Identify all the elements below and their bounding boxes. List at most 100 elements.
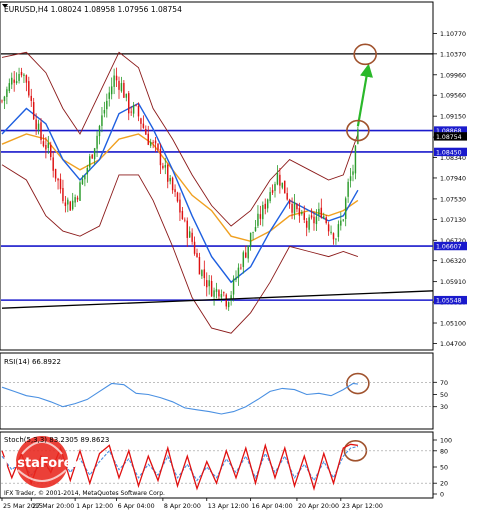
candle-body xyxy=(35,119,37,130)
candle-body xyxy=(293,202,296,214)
candle-body xyxy=(152,142,154,143)
candle-body xyxy=(123,82,125,98)
candle-body xyxy=(349,176,352,181)
chart-window: 1.10770 1.10370 1.09960 1.09560 1.09150 1.087… xyxy=(0,0,480,510)
candle-body xyxy=(242,252,245,267)
candle-body xyxy=(201,270,203,277)
candle-body xyxy=(320,207,323,218)
candle-body xyxy=(259,214,262,219)
candle-body xyxy=(11,77,13,85)
candle-body xyxy=(142,123,145,128)
candle-body xyxy=(62,187,64,202)
candle-body xyxy=(69,201,71,211)
candle-body xyxy=(159,148,162,166)
candle-body xyxy=(286,193,288,200)
candle-body xyxy=(191,232,193,242)
candle-body xyxy=(15,81,18,84)
candle-body xyxy=(132,105,135,114)
price-tick-label: 1.07530 xyxy=(440,196,466,203)
candle-body xyxy=(52,157,54,171)
candle-body xyxy=(269,192,271,202)
candle-body xyxy=(120,83,123,92)
chart-canvas: 1.10770 1.10370 1.09960 1.09560 1.09150 1.087… xyxy=(0,0,480,510)
candle-body xyxy=(210,280,213,297)
candle-body xyxy=(169,178,171,182)
candle-body xyxy=(330,231,332,233)
candle-body xyxy=(45,145,47,150)
candle-body xyxy=(223,292,225,294)
candle-body xyxy=(6,89,8,97)
candle-body xyxy=(67,199,69,205)
price-label-text: 1.08754 xyxy=(436,134,462,141)
candle-body xyxy=(108,92,110,99)
candle-body xyxy=(208,280,210,287)
candle-body xyxy=(59,178,62,190)
candle-body xyxy=(354,145,357,174)
time-tick-label: 1 Apr 12:00 xyxy=(76,503,113,510)
candle-body xyxy=(64,202,67,207)
candle-body xyxy=(337,224,340,237)
candle-body xyxy=(303,212,305,220)
time-tick-label: 23 Apr 12:00 xyxy=(342,503,383,510)
candle-body xyxy=(235,277,237,280)
candle-body xyxy=(176,192,179,202)
candle-body xyxy=(113,75,115,87)
candle-body xyxy=(225,294,227,307)
candle-body xyxy=(352,171,354,175)
time-tick-label: 27 Mar 20:00 xyxy=(32,503,74,510)
candle-body xyxy=(164,165,167,168)
candle-body xyxy=(315,216,318,225)
candle-body xyxy=(342,219,344,221)
time-tick-label: 8 Apr 20:00 xyxy=(164,503,201,510)
candle-body xyxy=(266,199,269,209)
price-tick-label: 1.07130 xyxy=(440,217,466,224)
candle-body xyxy=(118,80,120,90)
candle-body xyxy=(149,141,152,146)
candle-body xyxy=(193,241,196,254)
candle-body xyxy=(37,123,40,130)
candle-body xyxy=(79,182,81,201)
candle-body xyxy=(13,79,15,83)
candle-body xyxy=(327,224,330,232)
rsi-tick-label: 50 xyxy=(440,392,448,399)
candle-body xyxy=(203,269,206,279)
candle-body xyxy=(3,96,6,101)
candle-body xyxy=(276,172,279,185)
price-tick-label: 1.07940 xyxy=(440,175,466,182)
candle-body xyxy=(71,200,74,210)
price-tick-label: 1.06320 xyxy=(440,258,466,265)
stochastic-tick-label: 80 xyxy=(440,448,448,455)
candle-body xyxy=(57,178,59,181)
stochastic-label: Stoch(5,3,3) 83.2305 89.8623 xyxy=(4,436,109,444)
candle-body xyxy=(130,111,132,113)
candle-body xyxy=(232,278,235,295)
candle-body xyxy=(42,141,45,147)
candle-body xyxy=(81,178,84,185)
candle-body xyxy=(262,205,264,220)
rsi-tick-label: 30 xyxy=(440,404,448,411)
time-tick-label: 20 Apr 20:00 xyxy=(298,503,339,510)
candle-body xyxy=(357,129,359,144)
candle-body xyxy=(186,220,188,238)
price-label-text: 1.06607 xyxy=(436,244,462,251)
candle-body xyxy=(206,280,208,288)
candle-body xyxy=(91,154,93,159)
candle-body xyxy=(93,148,96,160)
candle-body xyxy=(25,75,28,83)
price-tick-label: 1.04700 xyxy=(440,341,466,348)
candle-body xyxy=(213,290,215,297)
candle-body xyxy=(291,203,293,213)
candle-body xyxy=(264,203,266,209)
candle-body xyxy=(298,208,301,216)
candle-body xyxy=(145,129,147,135)
candle-body xyxy=(237,267,240,278)
candle-body xyxy=(140,118,142,124)
candle-body xyxy=(274,183,276,191)
candle-body xyxy=(218,290,220,297)
candle-body xyxy=(257,213,259,226)
candle-body xyxy=(308,217,310,230)
candle-body xyxy=(249,232,252,247)
candle-body xyxy=(340,220,342,226)
time-tick-label: 13 Apr 12:00 xyxy=(208,503,249,510)
candle-body xyxy=(8,83,11,91)
